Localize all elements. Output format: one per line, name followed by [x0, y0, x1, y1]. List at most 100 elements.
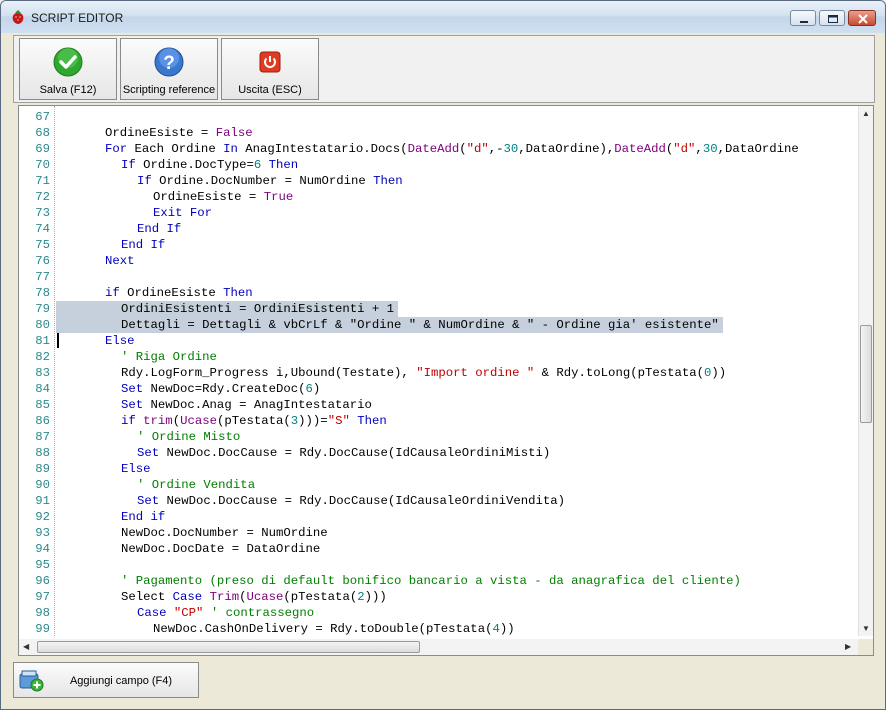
line-number: 71	[35, 174, 50, 188]
svg-text:?: ?	[163, 53, 175, 74]
line-number: 81	[35, 334, 50, 348]
code-line[interactable]: 68 OrdineEsiste = False	[19, 125, 858, 141]
title-bar[interactable]: SCRIPT EDITOR	[1, 1, 885, 33]
line-number: 84	[35, 382, 50, 396]
maximize-button[interactable]	[819, 10, 845, 26]
code-line[interactable]: 91 Set NewDoc.DocCause = Rdy.DocCause(IdC…	[19, 493, 858, 509]
code-line[interactable]: 79 OrdiniEsistenti = OrdiniEsistenti + 1	[19, 301, 858, 317]
code-line-text: if trim(Ucase(pTestata(3)))="S" Then	[121, 414, 387, 428]
code-line[interactable]: 87 ' Ordine Misto	[19, 429, 858, 445]
code-line[interactable]: 81 Else	[19, 333, 858, 349]
code-line[interactable]: 92 End if	[19, 509, 858, 525]
code-line[interactable]: 94 NewDoc.DocDate = DataOrdine	[19, 541, 858, 557]
code-line[interactable]: 84 Set NewDoc=Rdy.CreateDoc(6)	[19, 381, 858, 397]
code-line-text: Else	[105, 334, 135, 348]
add-field-button[interactable]: Aggiungi campo (F4)	[13, 662, 199, 698]
code-line[interactable]: 93 NewDoc.DocNumber = NumOrdine	[19, 525, 858, 541]
code-line[interactable]: 73 Exit For	[19, 205, 858, 221]
code-line[interactable]: 70 If Ordine.DocType=6 Then	[19, 157, 858, 173]
code-line[interactable]: 74 End If	[19, 221, 858, 237]
code-editor[interactable]: 67 68 OrdineEsiste = False 69 For Each Ordin…	[18, 105, 874, 656]
line-number: 85	[35, 398, 50, 412]
scroll-down-icon[interactable]: ▼	[862, 624, 870, 633]
line-number: 91	[35, 494, 50, 508]
line-number: 68	[35, 126, 50, 140]
line-number: 76	[35, 254, 50, 268]
code-line-text: For Each Ordine In AnagIntestatario.Docs…	[105, 142, 799, 156]
code-line[interactable]: 89 Else	[19, 461, 858, 477]
scroll-up-icon[interactable]: ▲	[862, 109, 870, 118]
code-line-text: Next	[105, 254, 135, 268]
horizontal-scrollbar[interactable]: ◀ ▶	[19, 639, 858, 655]
scripting-reference-button[interactable]: ? Scripting reference	[120, 38, 218, 100]
code-line-text: End If	[121, 238, 166, 252]
line-number: 88	[35, 446, 50, 460]
code-line[interactable]: 76 Next	[19, 253, 858, 269]
line-number: 82	[35, 350, 50, 364]
code-lines[interactable]: 67 68 OrdineEsiste = False 69 For Each Ordin…	[19, 106, 858, 636]
code-line[interactable]: 83 Rdy.LogForm_Progress i,Ubound(Testate)…	[19, 365, 858, 381]
window-title: SCRIPT EDITOR	[31, 11, 124, 25]
code-line[interactable]: 77	[19, 269, 858, 285]
code-line[interactable]: 72 OrdineEsiste = True	[19, 189, 858, 205]
code-line[interactable]: 88 Set NewDoc.DocCause = Rdy.DocCause(IdC…	[19, 445, 858, 461]
code-line[interactable]: 82 ' Riga Ordine	[19, 349, 858, 365]
code-line-text: OrdiniEsistenti = OrdiniEsistenti + 1	[121, 302, 395, 316]
code-line[interactable]: 99 NewDoc.CashOnDelivery = Rdy.toDouble(p…	[19, 621, 858, 636]
line-number: 90	[35, 478, 50, 492]
scroll-right-icon[interactable]: ▶	[845, 642, 851, 651]
code-line-text: Set NewDoc.DocCause = Rdy.DocCause(IdCau…	[137, 494, 566, 508]
line-number: 92	[35, 510, 50, 524]
code-line[interactable]: 90 ' Ordine Vendita	[19, 477, 858, 493]
close-icon	[858, 14, 868, 24]
close-button[interactable]	[848, 10, 876, 26]
line-number: 89	[35, 462, 50, 476]
code-line-text: Set NewDoc.DocCause = Rdy.DocCause(IdCau…	[137, 446, 551, 460]
code-line[interactable]: 67	[19, 109, 858, 125]
code-line[interactable]: 96 ' Pagamento (preso di default bonifico…	[19, 573, 858, 589]
code-line-text: Rdy.LogForm_Progress i,Ubound(Testate), …	[121, 366, 727, 380]
code-line-text: Set NewDoc=Rdy.CreateDoc(6)	[121, 382, 321, 396]
line-number: 72	[35, 190, 50, 204]
line-number: 87	[35, 430, 50, 444]
code-line[interactable]: 86 if trim(Ucase(pTestata(3)))="S" Then	[19, 413, 858, 429]
save-button-label: Salva (F12)	[39, 84, 97, 96]
scripting-reference-label: Scripting reference	[122, 84, 216, 96]
line-number: 73	[35, 206, 50, 220]
code-line-text: Set NewDoc.Anag = AnagIntestatario	[121, 398, 372, 412]
minimize-button[interactable]	[790, 10, 816, 26]
code-line[interactable]: 80 Dettagli = Dettagli & vbCrLf & "Ordine…	[19, 317, 858, 333]
code-line[interactable]: 98 Case "CP" ' contrassegno	[19, 605, 858, 621]
text-caret	[57, 333, 59, 348]
code-line[interactable]: 95	[19, 557, 858, 573]
check-icon	[53, 47, 83, 77]
code-line-text: ' Pagamento (preso di default bonifico b…	[121, 574, 741, 588]
code-line-text: ' Riga Ordine	[121, 350, 217, 364]
code-line[interactable]: 85 Set NewDoc.Anag = AnagIntestatario	[19, 397, 858, 413]
scroll-left-icon[interactable]: ◀	[23, 642, 29, 651]
add-field-icon	[19, 670, 44, 692]
exit-button[interactable]: Uscita (ESC)	[221, 38, 319, 100]
code-line[interactable]: 71 If Ordine.DocNumber = NumOrdine Then	[19, 173, 858, 189]
code-line[interactable]: 97 Select Case Trim(Ucase(pTestata(2)))	[19, 589, 858, 605]
vertical-scroll-thumb[interactable]	[860, 325, 872, 423]
vertical-scrollbar[interactable]: ▲ ▼	[858, 106, 873, 636]
save-button[interactable]: Salva (F12)	[19, 38, 117, 100]
line-number: 99	[35, 622, 50, 636]
code-line[interactable]: 75 End If	[19, 237, 858, 253]
script-editor-window: SCRIPT EDITOR Salva (F12) ? Scripting re…	[0, 0, 886, 710]
code-line[interactable]: 69 For Each Ordine In AnagIntestatario.Do…	[19, 141, 858, 157]
line-number: 98	[35, 606, 50, 620]
code-line-text: Case "CP" ' contrassegno	[137, 606, 315, 620]
horizontal-scroll-thumb[interactable]	[37, 641, 420, 653]
code-line-text: End if	[121, 510, 166, 524]
power-icon	[259, 51, 281, 73]
code-line-text: OrdineEsiste = True	[153, 190, 294, 204]
scrollbar-corner	[858, 639, 873, 655]
line-number: 86	[35, 414, 50, 428]
code-line-text: If Ordine.DocType=6 Then	[121, 158, 299, 172]
code-line-text: NewDoc.DocDate = DataOrdine	[121, 542, 321, 556]
code-line-text: OrdineEsiste = False	[105, 126, 253, 140]
code-line[interactable]: 78 if OrdineEsiste Then	[19, 285, 858, 301]
line-number: 78	[35, 286, 50, 300]
